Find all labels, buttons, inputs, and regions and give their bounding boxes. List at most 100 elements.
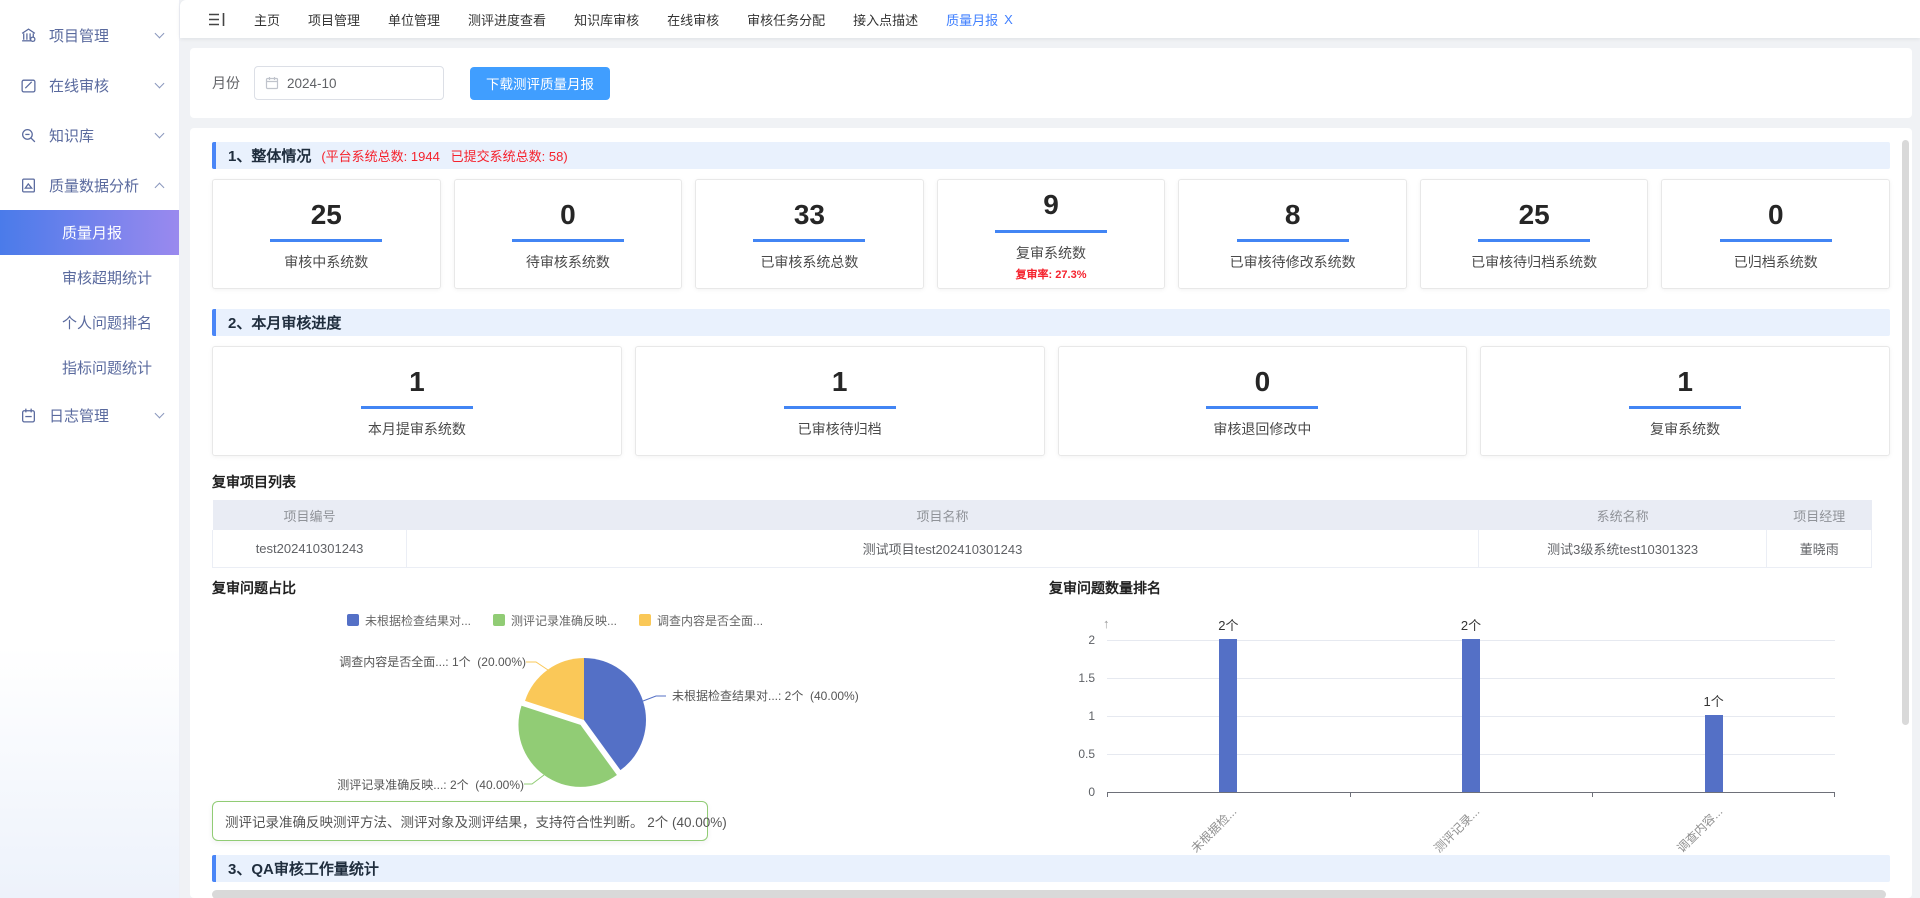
table-row[interactable]: test202410301243 测试项目test202410301243 测试… bbox=[213, 530, 1872, 567]
sidebar: 项目管理 在线审核 知识库 质量数据分析 质量月报 bbox=[0, 0, 180, 898]
collapse-menu-icon[interactable] bbox=[208, 12, 226, 27]
stat-value: 0 bbox=[1768, 200, 1784, 231]
sidebar-item-quality-data-analysis[interactable]: 质量数据分析 bbox=[0, 160, 179, 210]
bar-column-1: 2个 bbox=[1350, 640, 1593, 792]
tab-close-icon[interactable]: X bbox=[1004, 12, 1013, 27]
pie-tooltip: 测评记录准确反映测评方法、测评对象及测评结果，支持符合性判断。 2个 (40.0… bbox=[212, 801, 708, 841]
edit-icon bbox=[20, 77, 37, 94]
pie-svg[interactable] bbox=[509, 645, 659, 795]
stat-card-monthly-to-archive: 1 已审核待归档 bbox=[635, 346, 1045, 456]
bar-rect[interactable] bbox=[1462, 639, 1480, 792]
active-tab-label: 质量月报 bbox=[946, 10, 998, 29]
nav-tab-review-task-assign[interactable]: 审核任务分配 bbox=[747, 10, 825, 29]
sidebar-item-log-management[interactable]: 日志管理 bbox=[0, 390, 179, 440]
nav-tab-knowledge-review[interactable]: 知识库审核 bbox=[574, 10, 639, 29]
sidebar-subitem-label: 个人问题排名 bbox=[62, 312, 152, 333]
sidebar-item-label: 在线审核 bbox=[49, 75, 156, 96]
horizontal-scrollbar[interactable] bbox=[212, 890, 1886, 898]
pie-connector-green bbox=[524, 775, 544, 784]
filter-panel: 月份 2024-10 下载测评质量月报 bbox=[190, 48, 1912, 118]
stat-value: 9 bbox=[1043, 190, 1059, 221]
stat-label: 已审核系统总数 bbox=[760, 252, 858, 272]
legend-item[interactable]: 未根据检查结果对... bbox=[347, 612, 471, 629]
y-tick-label: 0 bbox=[1088, 785, 1095, 799]
stat-card-reviewed-total: 33 已审核系统总数 bbox=[695, 179, 924, 289]
legend-label: 测评记录准确反映... bbox=[511, 612, 617, 629]
stat-label: 已审核待归档系统数 bbox=[1471, 252, 1597, 272]
stats-row-overall: 25 审核中系统数 0 待审核系统数 33 已审核系统总数 9 bbox=[212, 179, 1890, 289]
report-content: 1、整体情况 (平台系统总数: 1944 已提交系统总数: 58) 25 审核中… bbox=[190, 128, 1912, 898]
nav-tab-project-management[interactable]: 项目管理 bbox=[308, 10, 360, 29]
download-report-button[interactable]: 下载测评质量月报 bbox=[470, 67, 610, 100]
legend-item[interactable]: 测评记录准确反映... bbox=[493, 612, 617, 629]
sidebar-item-label: 日志管理 bbox=[49, 405, 156, 426]
section-header-qa-workload: 3、QA审核工作量统计 bbox=[212, 855, 1890, 882]
pie-label-record: 测评记录准确反映...: 2个 (40.00%) bbox=[337, 776, 524, 793]
sidebar-item-project-management[interactable]: 项目管理 bbox=[0, 10, 179, 60]
main-area: 主页 项目管理 单位管理 测评进度查看 知识库审核 在线审核 审核任务分配 接入… bbox=[180, 0, 1920, 898]
y-tick-label: 0.5 bbox=[1078, 747, 1095, 761]
stat-divider bbox=[784, 406, 896, 409]
col-project-manager: 项目经理 bbox=[1767, 500, 1872, 530]
stat-card-reviewing: 25 审核中系统数 bbox=[212, 179, 441, 289]
cell-project-name: 测试项目test202410301243 bbox=[407, 530, 1479, 567]
stat-card-monthly-submitted: 1 本月提审系统数 bbox=[212, 346, 622, 456]
month-picker-input[interactable]: 2024-10 bbox=[254, 66, 444, 100]
pie-plot-area: 调查内容是否全面...: 1个 (20.00%) 未根据检查结果对...: 2个… bbox=[212, 635, 1039, 847]
bar-rect[interactable] bbox=[1219, 639, 1237, 792]
legend-label: 调查内容是否全面... bbox=[657, 612, 763, 629]
top-navigation: 主页 项目管理 单位管理 测评进度查看 知识库审核 在线审核 审核任务分配 接入… bbox=[180, 0, 1920, 38]
cell-system-name: 测试3级系统test10301323 bbox=[1478, 530, 1767, 567]
sidebar-item-review-overdue-stats[interactable]: 审核超期统计 bbox=[0, 255, 179, 300]
app-root: 项目管理 在线审核 知识库 质量数据分析 质量月报 bbox=[0, 0, 1920, 898]
legend-swatch bbox=[639, 614, 651, 626]
stat-value: 8 bbox=[1285, 200, 1301, 231]
chevron-down-icon bbox=[155, 129, 165, 139]
sidebar-item-indicator-issue-stats[interactable]: 指标问题统计 bbox=[0, 345, 179, 390]
sidebar-item-label: 项目管理 bbox=[49, 25, 156, 46]
chevron-up-icon bbox=[155, 182, 165, 192]
stat-value: 1 bbox=[832, 367, 848, 398]
nav-tab-quality-monthly-report[interactable]: 质量月报 X bbox=[946, 10, 1013, 29]
sidebar-item-quality-monthly-report[interactable]: 质量月报 bbox=[0, 210, 179, 255]
nav-tab-access-point[interactable]: 接入点描述 bbox=[853, 10, 918, 29]
nav-tab-progress-view[interactable]: 测评进度查看 bbox=[468, 10, 546, 29]
nav-tab-online-review[interactable]: 在线审核 bbox=[667, 10, 719, 29]
sidebar-item-knowledge-base[interactable]: 知识库 bbox=[0, 110, 179, 160]
bar-chart-issue-ranking: 复审问题数量排名 ↑ 2 1.5 1 0.5 0 bbox=[1039, 578, 1890, 855]
stat-label: 本月提审系统数 bbox=[368, 419, 466, 439]
col-system-name: 系统名称 bbox=[1478, 500, 1767, 530]
vertical-scrollbar[interactable] bbox=[1902, 140, 1909, 725]
sidebar-subitem-label: 质量月报 bbox=[62, 222, 122, 243]
bar-value-label: 1个 bbox=[1704, 691, 1724, 710]
x-category-label: 测评记录... bbox=[1430, 803, 1483, 856]
pie-chart-title: 复审问题占比 bbox=[212, 578, 1039, 598]
y-tick-label: 1.5 bbox=[1078, 671, 1095, 685]
re-review-rate: 复审率: 27.3% bbox=[1016, 266, 1087, 282]
bar-plot-area: ↑ 2 1.5 1 0.5 0 2个 bbox=[1107, 640, 1835, 793]
bar-rect[interactable] bbox=[1705, 715, 1723, 792]
nav-tab-home[interactable]: 主页 bbox=[254, 10, 280, 29]
chevron-down-icon bbox=[155, 409, 165, 419]
sidebar-subitem-label: 指标问题统计 bbox=[62, 357, 152, 378]
y-tick-label: 2 bbox=[1088, 633, 1095, 647]
stat-value: 1 bbox=[409, 367, 425, 398]
stat-label: 复审系统数 bbox=[1650, 419, 1720, 439]
nav-tab-unit-management[interactable]: 单位管理 bbox=[388, 10, 440, 29]
x-category-label: 未根据检... bbox=[1187, 803, 1240, 856]
section-title: 2、本月审核进度 bbox=[228, 312, 341, 333]
sidebar-item-online-review[interactable]: 在线审核 bbox=[0, 60, 179, 110]
review-project-table: 项目编号 项目名称 系统名称 项目经理 test202410301243 测试项… bbox=[212, 500, 1872, 568]
y-tick-label: 1 bbox=[1088, 709, 1095, 723]
legend-swatch bbox=[493, 614, 505, 626]
sidebar-item-personal-issue-ranking[interactable]: 个人问题排名 bbox=[0, 300, 179, 345]
pie-label-not-based: 未根据检查结果对...: 2个 (40.00%) bbox=[672, 687, 859, 704]
stat-label: 审核中系统数 bbox=[284, 252, 368, 272]
legend-item[interactable]: 调查内容是否全面... bbox=[639, 612, 763, 629]
stat-divider bbox=[270, 239, 382, 242]
month-value: 2024-10 bbox=[287, 76, 337, 91]
stat-value: 0 bbox=[560, 200, 576, 231]
stat-value: 1 bbox=[1677, 367, 1693, 398]
stat-card-archived: 0 已归档系统数 bbox=[1661, 179, 1890, 289]
stat-divider bbox=[1478, 239, 1590, 242]
